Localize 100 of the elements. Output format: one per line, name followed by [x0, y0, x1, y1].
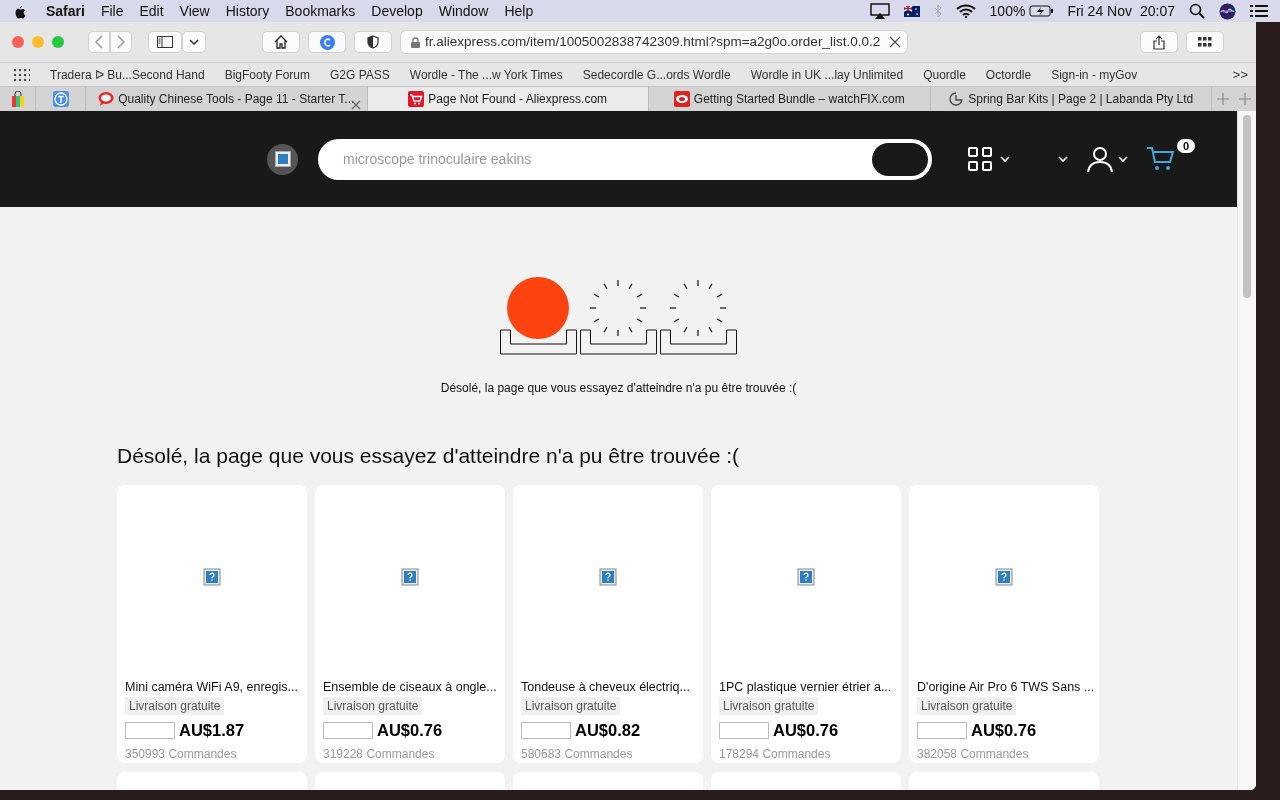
home-button[interactable] — [262, 31, 300, 53]
shopping-cart-icon — [408, 91, 425, 107]
product-title[interactable]: Mini caméra WiFi A9, enregis... — [125, 677, 299, 697]
chevron-down-icon — [189, 39, 199, 45]
menu-item[interactable]: Develop — [363, 0, 431, 22]
date-text[interactable]: Fri 24 Nov — [1067, 0, 1132, 22]
tab-overview-button[interactable] — [1186, 31, 1224, 53]
apple-icon[interactable] — [12, 3, 26, 19]
privacy-button[interactable] — [354, 31, 392, 53]
product-price: AU$0.82 — [575, 720, 641, 742]
broken-image-icon — [797, 568, 815, 587]
blank-label — [719, 722, 769, 740]
bookmark-link[interactable]: Wordle in UK ...lay Unlimited — [750, 65, 904, 84]
free-shipping-tag: Livraison gratuite — [719, 697, 819, 716]
logo-placeholder[interactable] — [267, 143, 298, 175]
apps-grid-icon[interactable] — [14, 68, 30, 81]
product-title[interactable]: Ensemble de ciseaux à ongle... — [323, 677, 497, 697]
menu-item[interactable]: History — [217, 0, 278, 22]
menu-item[interactable]: Help — [496, 0, 542, 22]
user-icon — [1086, 145, 1114, 173]
back-button[interactable] — [88, 31, 110, 53]
bookmark-link[interactable]: Octordle — [985, 65, 1032, 84]
c-circle-icon — [319, 34, 335, 50]
chevron-down-icon — [1000, 156, 1010, 162]
product-card[interactable]: D'origine Air Pro 6 TWS Sans ... Livraison gratuite AU$0.76 382058 Commandes — [909, 485, 1099, 764]
bookmark-link[interactable]: Tradera ᐅ Bu...Second Hand — [50, 65, 205, 84]
product-price: AU$0.76 — [773, 720, 839, 742]
product-card[interactable]: Tondeuse à cheveux électriq... Livraison gratuite AU$0.82 580683 Commandes — [513, 485, 703, 764]
airplay-icon[interactable] — [869, 3, 890, 19]
sidebar-icon — [157, 36, 173, 48]
order-count: 178294 Commandes — [719, 746, 832, 764]
order-count: 319228 Commandes — [323, 746, 436, 764]
menu-item[interactable]: File — [92, 0, 132, 22]
product-card[interactable]: 1PC plastique vernier étrier a... Livraison gratuite AU$0.76 178294 Commandes — [711, 485, 901, 764]
menu-icon[interactable] — [1250, 4, 1268, 18]
app-menu[interactable]: Safari — [38, 0, 93, 22]
broken-image-icon — [599, 568, 617, 587]
tab-title: Quality Chinese Tools - Page 11 - Starter T... — [118, 91, 355, 108]
cart-count-badge: 0 — [1177, 139, 1196, 153]
clear-icon[interactable] — [889, 36, 901, 48]
order-count: 382058 Commandes — [917, 746, 1030, 764]
url-text: fr.aliexpress.com/item/1005002838742309.html?spm=a2g0o.order_list.0.0.2 — [425, 32, 882, 51]
scroll-thumb[interactable] — [1243, 115, 1251, 298]
bookmark-link[interactable]: Wordle - The ...w York Times — [409, 65, 563, 84]
sidebar-button[interactable] — [148, 31, 182, 53]
broken-image-icon — [274, 151, 291, 167]
chevron-down-icon — [1118, 156, 1128, 162]
order-count: 580683 Commandes — [521, 746, 634, 764]
cart-button[interactable] — [1146, 145, 1176, 173]
tab-title: Page Not Found - Aliexpress.com — [428, 91, 608, 108]
free-shipping-tag: Livraison gratuite — [521, 697, 621, 716]
clock-text[interactable]: 20:07 — [1139, 0, 1175, 22]
scrollbar[interactable] — [1237, 111, 1256, 790]
share-button[interactable] — [1140, 31, 1178, 53]
search-field[interactable]: microscope trinoculaire eakins — [318, 138, 932, 180]
plus-icon — [1217, 93, 1229, 105]
address-bar[interactable]: fr.aliexpress.com/item/1005002838742309.html?spm=a2g0o.order_list.0.0.2 — [400, 30, 908, 54]
product-price: AU$1.87 — [179, 720, 245, 742]
bookmark-link[interactable]: Quordle — [923, 65, 966, 84]
qr-code-menu[interactable] — [968, 147, 1010, 171]
bookmark-link[interactable]: G2G PASS — [330, 65, 390, 84]
flag-icon[interactable] — [903, 5, 920, 17]
language-menu[interactable] — [1058, 156, 1068, 162]
free-shipping-tag: Livraison gratuite — [323, 697, 423, 716]
watch-icon — [673, 91, 690, 107]
wifi-icon[interactable] — [955, 4, 976, 18]
bookmark-link[interactable]: Sedecordle G...ords Wordle — [582, 65, 731, 84]
bookmark-link[interactable]: Sign-in - myGov — [1051, 65, 1138, 84]
clock-icon — [948, 91, 965, 107]
menu-item[interactable]: Edit — [131, 0, 172, 22]
menu-item[interactable]: Window — [430, 0, 497, 22]
chevron-down-icon — [1058, 156, 1068, 162]
product-title[interactable]: 1PC plastique vernier étrier a... — [719, 677, 893, 697]
forward-button[interactable] — [110, 31, 132, 53]
grid-icon — [1198, 37, 1212, 47]
dropdown-button[interactable] — [182, 31, 206, 53]
product-card[interactable]: Mini caméra WiFi A9, enregis... Livraison gratuite AU$1.87 350993 Commandes — [117, 485, 307, 764]
tab-title: Getting Started Bundle – watchFIX.com — [693, 91, 905, 108]
siri-icon[interactable] — [1219, 2, 1236, 20]
search-icon[interactable] — [1189, 3, 1205, 19]
blank-label — [125, 722, 175, 740]
browser-tab[interactable]: Page Not Found - Aliexpress.com — [367, 87, 649, 111]
tab-title: Spring Bar Kits | Page 2 | Labanda Pty Ltd — [968, 91, 1194, 108]
product-card[interactable]: Ensemble de ciseaux à ongle... Livraison gratuite AU$0.76 319228 Commandes — [315, 485, 505, 764]
qr-code-icon — [968, 147, 992, 171]
extension-button[interactable] — [308, 31, 346, 53]
shopping-bag-icon — [10, 91, 25, 107]
product-title[interactable]: Tondeuse à cheveux électriq... — [521, 677, 695, 697]
shield-icon — [367, 35, 379, 49]
account-menu[interactable] — [1086, 145, 1128, 173]
blank-label — [917, 722, 967, 740]
bookmark-link[interactable]: BigFooty Forum — [224, 65, 310, 84]
battery-percentage: 100% — [989, 1, 1026, 21]
menu-item[interactable]: View — [171, 0, 218, 22]
more-bookmarks-button[interactable]: >> — [1232, 64, 1248, 85]
battery-icon[interactable] — [1029, 5, 1054, 17]
menu-item[interactable]: Bookmarks — [277, 0, 364, 22]
product-title[interactable]: D'origine Air Pro 6 TWS Sans ... — [917, 677, 1091, 697]
product-price: AU$0.76 — [971, 720, 1037, 742]
free-shipping-tag: Livraison gratuite — [125, 697, 225, 716]
